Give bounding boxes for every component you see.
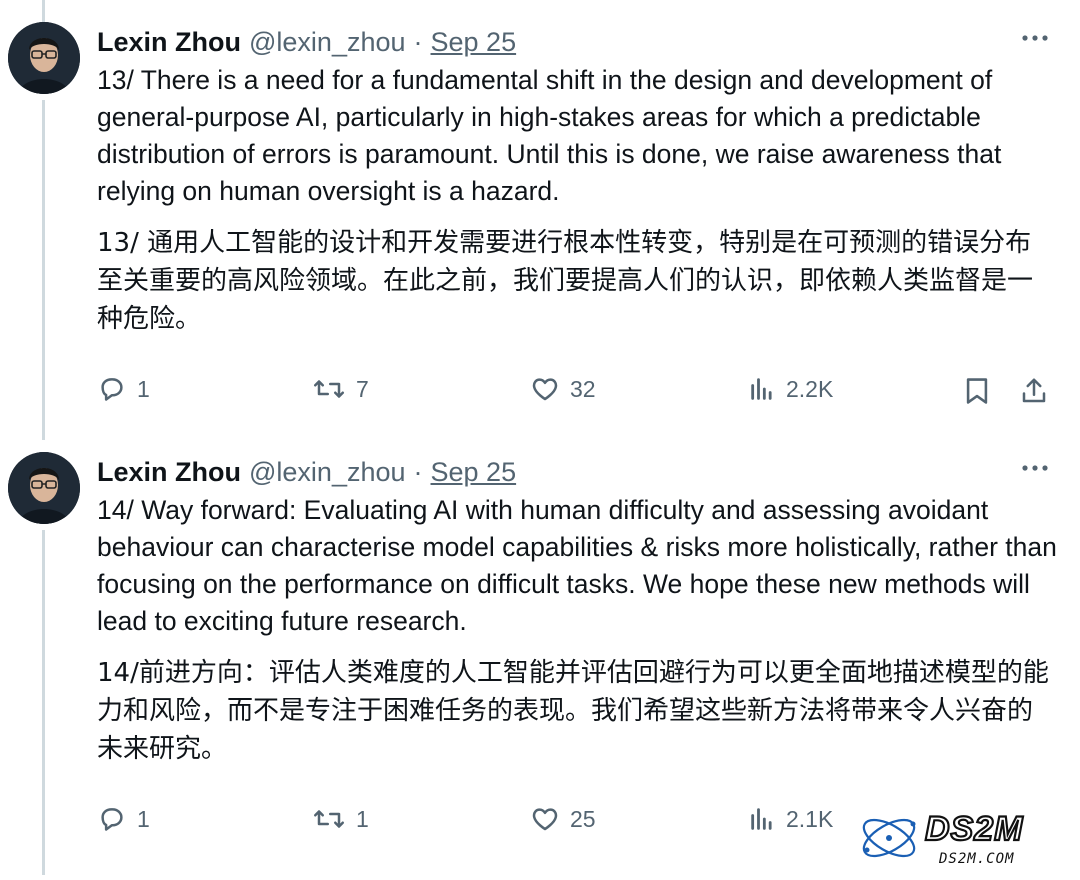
thread-line-middle — [42, 100, 45, 440]
tweet-header: Lexin Zhou @lexin_zhou · Sep 25 — [97, 22, 516, 62]
bookmark-icon[interactable] — [963, 375, 991, 412]
tweet-date[interactable]: Sep 25 — [431, 27, 517, 58]
like-count: 32 — [570, 375, 596, 402]
views-button[interactable]: 2.1K — [748, 804, 833, 834]
repost-count: 7 — [356, 375, 369, 402]
author-handle[interactable]: @lexin_zhou — [249, 457, 406, 488]
like-icon — [532, 378, 558, 401]
views-button[interactable]: 2.2K — [748, 374, 833, 404]
like-button[interactable]: 25 — [530, 804, 596, 834]
repost-button[interactable]: 1 — [312, 804, 369, 834]
reply-button[interactable]: 1 — [97, 804, 150, 834]
thread-line-top — [42, 0, 45, 22]
repost-icon — [314, 810, 344, 828]
separator: · — [413, 456, 423, 487]
views-count: 2.1K — [786, 805, 834, 832]
tweet-text-zh: 14/前进方向：评估人类难度的人工智能并评估回避行为可以更全面地描述模型的能力和… — [97, 658, 1049, 764]
tweet-text-zh: 13/ 通用人工智能的设计和开发需要进行根本性转变，特别是在可预测的错误分布至关… — [97, 228, 1034, 334]
author-name[interactable]: Lexin Zhou — [97, 27, 241, 58]
like-button[interactable]: 32 — [530, 374, 596, 404]
reply-button[interactable]: 1 — [97, 374, 150, 404]
author-handle[interactable]: @lexin_zhou — [249, 27, 406, 58]
share-icon[interactable] — [1019, 375, 1049, 412]
separator: · — [413, 26, 423, 57]
avatar[interactable] — [8, 22, 80, 94]
views-count: 2.2K — [786, 375, 834, 402]
views-icon — [751, 808, 772, 830]
more-icon[interactable] — [1020, 28, 1050, 48]
reply-icon — [101, 808, 123, 831]
reply-icon — [101, 378, 123, 401]
more-icon[interactable] — [1020, 458, 1050, 478]
avatar[interactable] — [8, 452, 80, 524]
like-icon — [532, 808, 558, 831]
thread-line-bottom — [42, 530, 45, 875]
watermark-url: DS2M.COM — [938, 851, 1014, 867]
reply-count: 1 — [137, 805, 150, 832]
tweet-text-en: 13/ There is a need for a fundamental sh… — [97, 65, 1002, 206]
author-name[interactable]: Lexin Zhou — [97, 457, 241, 488]
repost-icon — [314, 380, 344, 398]
watermark-logo-icon — [862, 818, 916, 858]
watermark-brand: DS2M — [925, 810, 1023, 848]
repost-button[interactable]: 7 — [312, 374, 369, 404]
tweet-header: Lexin Zhou @lexin_zhou · Sep 25 — [97, 452, 516, 492]
tweet-text-en: 14/ Way forward: Evaluating AI with huma… — [97, 495, 1057, 636]
watermark: DS2M DS2M.COM — [855, 800, 1070, 875]
tweet-date[interactable]: Sep 25 — [431, 457, 517, 488]
reply-count: 1 — [137, 375, 150, 402]
tweet-actions: 1 7 32 2.2K — [97, 372, 1057, 412]
views-icon — [751, 378, 772, 400]
repost-count: 1 — [356, 805, 369, 832]
like-count: 25 — [570, 805, 596, 832]
